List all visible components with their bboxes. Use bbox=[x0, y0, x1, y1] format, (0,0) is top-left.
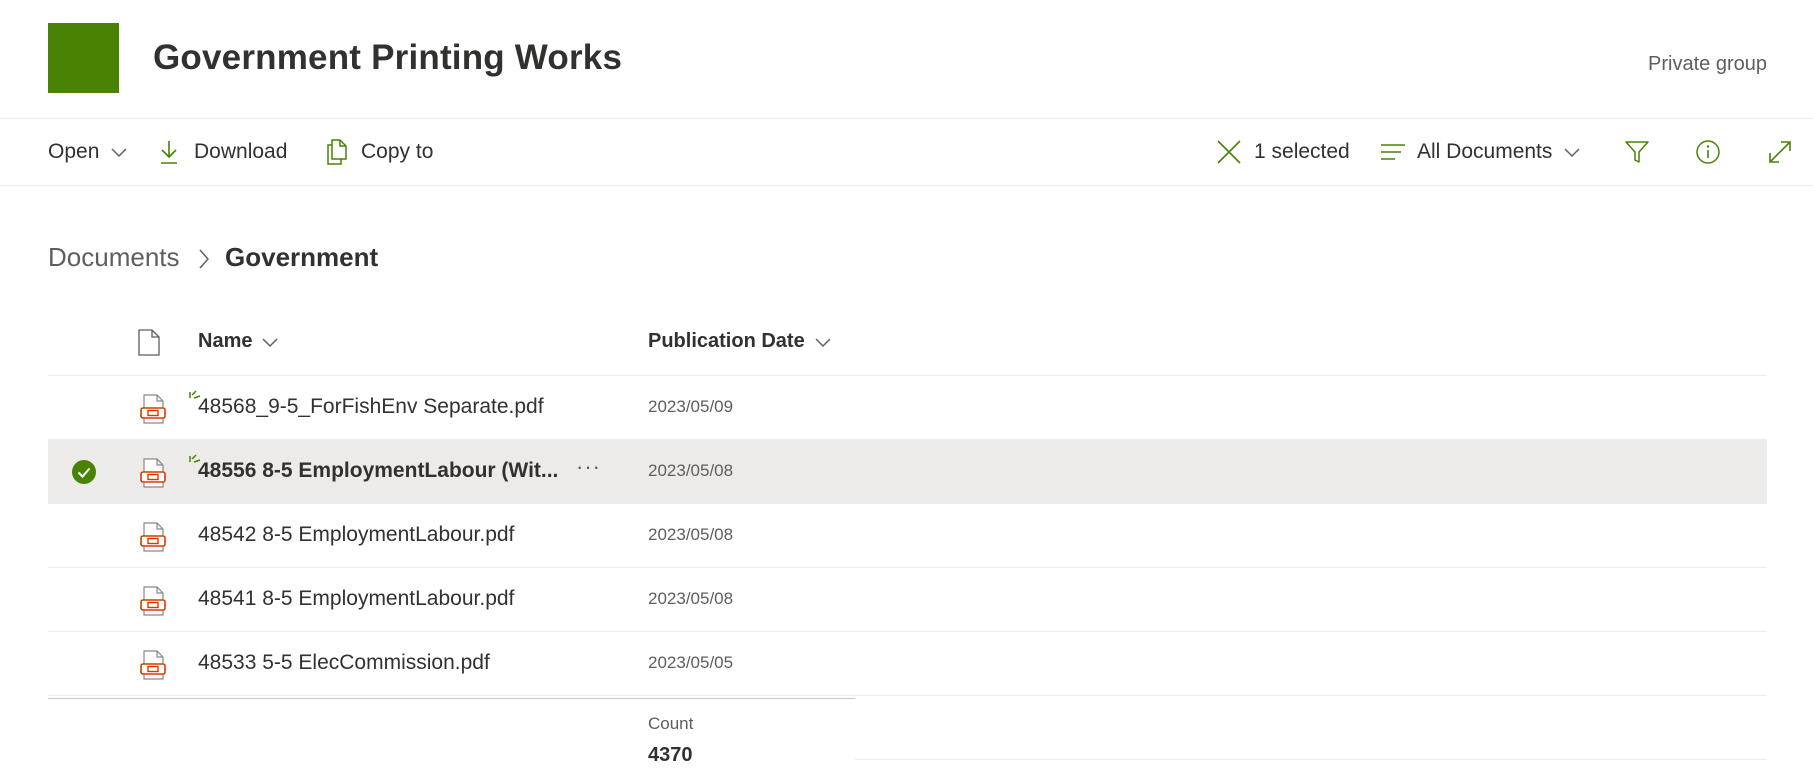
chevron-down-icon bbox=[815, 337, 831, 347]
pdf-file-icon bbox=[140, 394, 166, 429]
selected-count-label: 1 selected bbox=[1254, 140, 1350, 163]
copy-to-button[interactable]: Copy to bbox=[325, 119, 433, 185]
chevron-down-icon bbox=[262, 337, 279, 347]
publication-date: 2023/05/08 bbox=[648, 461, 734, 480]
table-row[interactable]: 48568_9-5_ForFishEnv Separate.pdf 2023/0… bbox=[48, 376, 1767, 440]
pdf-file-icon bbox=[140, 586, 166, 621]
file-name-link[interactable]: 48568_9-5_ForFishEnv Separate.pdf bbox=[198, 395, 544, 419]
file-name-link[interactable]: 48533 5-5 ElecCommission.pdf bbox=[198, 651, 490, 675]
expand-button[interactable] bbox=[1767, 119, 1793, 185]
copy-to-label: Copy to bbox=[361, 140, 434, 163]
info-button[interactable] bbox=[1695, 119, 1721, 185]
breadcrumb-documents[interactable]: Documents bbox=[48, 242, 180, 273]
publication-date-column-label: Publication Date bbox=[648, 330, 805, 352]
more-actions-icon[interactable]: ··· bbox=[576, 454, 601, 480]
pdf-file-icon bbox=[140, 522, 166, 557]
command-bar: Open Download Copy to 1 selected All Doc… bbox=[0, 119, 1813, 185]
count-label: Count bbox=[648, 714, 694, 733]
open-label: Open bbox=[48, 140, 100, 163]
file-name-link[interactable]: 48556 8-5 EmploymentLabour (Wit... bbox=[198, 459, 558, 483]
pdf-file-icon bbox=[140, 650, 166, 685]
count-value: 4370 bbox=[648, 744, 693, 766]
expand-icon bbox=[1769, 141, 1791, 163]
filter-button[interactable] bbox=[1624, 119, 1650, 185]
name-column-label: Name bbox=[198, 330, 253, 352]
filter-icon bbox=[1625, 141, 1649, 163]
table-row[interactable]: 48542 8-5 EmploymentLabour.pdf 2023/05/0… bbox=[48, 504, 1767, 568]
name-column-header[interactable]: Name bbox=[198, 330, 280, 353]
publication-date: 2023/05/05 bbox=[648, 653, 734, 672]
chevron-down-icon bbox=[1564, 148, 1580, 158]
breadcrumb-current: Government bbox=[225, 242, 379, 272]
info-icon bbox=[1696, 140, 1720, 164]
row-selected-checkmark-icon[interactable] bbox=[72, 460, 96, 484]
chevron-right-icon bbox=[199, 249, 210, 269]
publication-date: 2023/05/09 bbox=[648, 397, 734, 416]
row-divider bbox=[855, 759, 1767, 760]
download-button[interactable]: Download bbox=[158, 119, 287, 185]
site-logo[interactable] bbox=[48, 23, 119, 93]
table-row[interactable]: 48533 5-5 ElecCommission.pdf 2023/05/05 bbox=[48, 632, 1767, 696]
pdf-file-icon bbox=[140, 458, 166, 493]
group-privacy-label: Private group bbox=[1648, 53, 1767, 75]
publication-date: 2023/05/08 bbox=[648, 525, 734, 544]
download-label: Download bbox=[194, 140, 288, 163]
file-name-link[interactable]: 48541 8-5 EmploymentLabour.pdf bbox=[198, 587, 514, 611]
file-name-link[interactable]: 48542 8-5 EmploymentLabour.pdf bbox=[198, 523, 514, 547]
close-icon bbox=[1217, 140, 1241, 164]
open-button[interactable]: Open bbox=[48, 119, 129, 185]
publication-date-column-header[interactable]: Publication Date bbox=[648, 330, 833, 353]
list-footer-divider bbox=[48, 698, 855, 699]
copy-icon bbox=[327, 139, 347, 165]
list-view-icon bbox=[1381, 144, 1405, 160]
file-type-column-icon[interactable] bbox=[138, 329, 160, 356]
view-switcher-button[interactable]: All Documents bbox=[1381, 119, 1582, 185]
chevron-down-icon bbox=[111, 148, 127, 158]
download-icon bbox=[161, 141, 177, 164]
site-title[interactable]: Government Printing Works bbox=[153, 38, 622, 78]
publication-date: 2023/05/08 bbox=[648, 589, 734, 608]
table-row[interactable]: 48541 8-5 EmploymentLabour.pdf 2023/05/0… bbox=[48, 568, 1767, 632]
clear-selection-button[interactable]: 1 selected bbox=[1216, 119, 1350, 185]
view-label: All Documents bbox=[1417, 140, 1553, 163]
commandbar-divider bbox=[0, 185, 1813, 186]
table-row[interactable]: 48556 8-5 EmploymentLabour (Wit... ··· 2… bbox=[48, 440, 1767, 504]
